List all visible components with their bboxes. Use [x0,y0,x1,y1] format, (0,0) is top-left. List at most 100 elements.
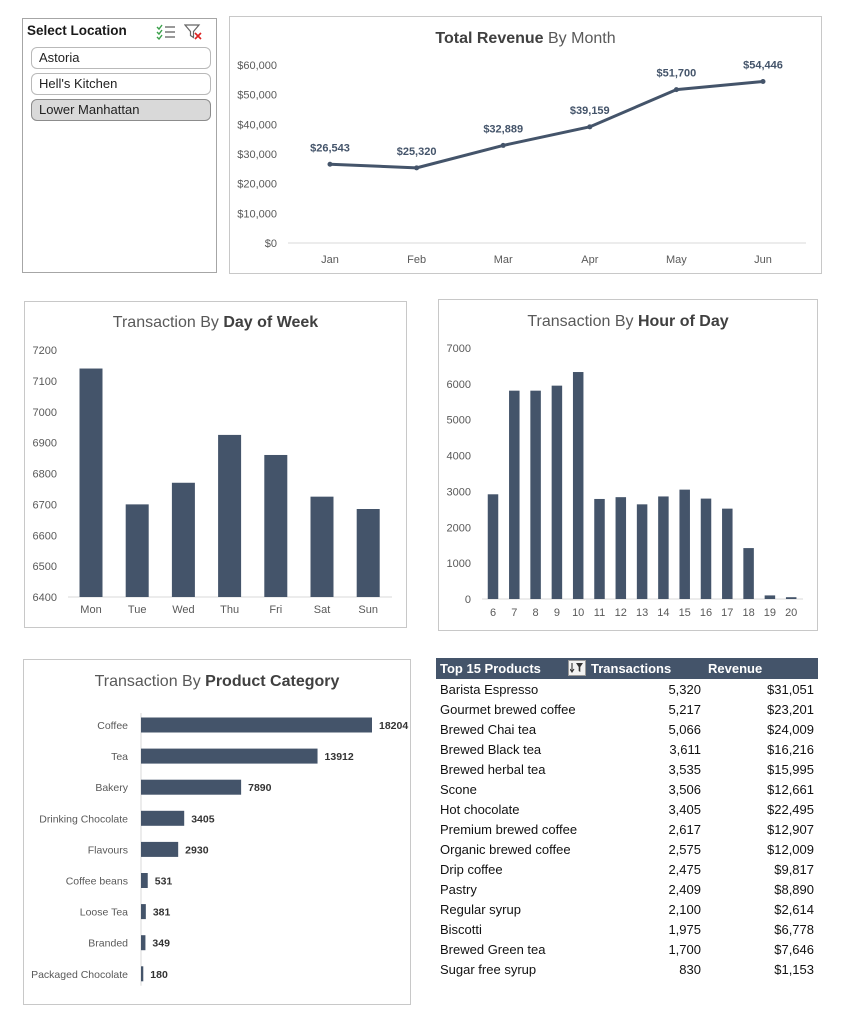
x-tick-label: 12 [615,607,627,619]
y-tick-label: 5000 [447,415,471,427]
bar-data-label: 531 [155,876,173,888]
slicer-item[interactable]: Hell's Kitchen [31,73,211,95]
bar [356,509,380,597]
bar-data-label: 381 [153,907,171,919]
transaction-count: 1,975 [668,922,701,937]
bar [743,548,754,599]
revenue-value: $7,646 [774,942,814,957]
table-row: Brewed Black tea 3,611 $16,216 [436,740,818,760]
product-name: Brewed Chai tea [440,722,537,737]
x-tick-label: 20 [785,607,797,619]
header-products: Top 15 Products [440,661,541,676]
revenue-point [587,124,593,130]
revenue-by-month-chart: Total Revenue By Month $0 $10,000 $20,000 $… [229,16,822,274]
x-tick-label: Feb [407,254,426,266]
x-tick-label: 7 [511,607,517,619]
bar [141,966,144,982]
clear-filter-button[interactable] [183,22,205,42]
y-tick-label: 6000 [447,379,471,391]
table-row: Barista Espresso 5,320 $31,051 [436,680,818,700]
y-tick-label: 4000 [447,451,471,463]
x-tick-label: 8 [533,607,539,619]
category-label: Coffee beans [66,876,128,888]
transaction-count: 5,217 [668,702,701,717]
header-transactions: Transactions [591,661,672,676]
y-tick-label: $60,000 [237,60,277,72]
filter-sort-icon [570,663,583,673]
x-tick-label: Wed [172,604,194,616]
product-name: Brewed Green tea [440,942,546,957]
table-row: Brewed Chai tea 5,066 $24,009 [436,720,818,740]
table-filter-button[interactable] [568,660,586,676]
product-name: Hot chocolate [440,802,520,817]
bar-data-label: 2930 [185,844,209,856]
bar [722,508,733,599]
x-tick-label: Fri [269,604,282,616]
table-row: Organic brewed coffee 2,575 $12,009 [436,840,818,860]
bar [487,494,499,599]
table-row: Hot chocolate 3,405 $22,495 [436,800,818,820]
y-tick-label: 6700 [33,499,57,511]
product-name: Drip coffee [440,862,503,877]
category-label: Branded [88,938,128,950]
transaction-count: 2,475 [668,862,701,877]
x-tick-label: Mar [494,254,513,266]
y-tick-label: 3000 [447,486,471,498]
category-label: Drinking Chocolate [39,813,128,825]
y-tick-label: 6600 [33,530,57,542]
revenue-point [414,165,420,171]
slicer-item[interactable]: Astoria [31,47,211,69]
revenue-value: $31,051 [767,682,814,697]
bar [679,489,690,599]
x-tick-label: Jan [321,254,339,266]
x-tick-label: Apr [581,254,598,266]
revenue-value: $12,009 [767,842,814,857]
category-label: Loose Tea [80,907,128,919]
revenue-value: $24,009 [767,722,814,737]
transaction-count: 1,700 [668,942,701,957]
revenue-value: $23,201 [767,702,814,717]
x-tick-label: 16 [700,607,712,619]
slicer-item[interactable]: Lower Manhattan [31,99,211,121]
revenue-point [500,142,506,148]
bar [141,904,146,920]
revenue-value: $12,907 [767,822,814,837]
revenue-value: $2,614 [774,902,814,917]
y-tick-label: 2000 [447,522,471,534]
table-row: Premium brewed coffee 2,617 $12,907 [436,820,818,840]
bar [658,496,669,599]
transaction-count: 2,575 [668,842,701,857]
bar [141,717,372,733]
bar-data-label: 349 [152,938,170,950]
revenue-point [327,161,333,167]
category-label: Tea [111,751,128,763]
revenue-data-label: $51,700 [657,68,697,80]
product-name: Biscotti [440,922,482,937]
bar [264,454,288,597]
y-tick-label: $20,000 [237,179,277,191]
product-name: Regular syrup [440,902,521,917]
x-tick-label: 9 [554,607,560,619]
x-tick-label: 10 [572,607,584,619]
bar [636,504,648,599]
transaction-count: 2,100 [668,902,701,917]
y-tick-label: 1000 [447,558,471,570]
table-row: Brewed herbal tea 3,535 $15,995 [436,760,818,780]
revenue-data-label: $54,446 [743,59,783,71]
x-tick-label: Sat [314,604,331,616]
revenue-point [760,78,766,84]
revenue-value: $1,153 [774,962,814,977]
transactions-by-category-chart: Transaction By Product Category 18204 Cof… [23,659,411,1005]
x-tick-label: 17 [721,607,733,619]
multi-select-button[interactable] [155,22,177,42]
product-name: Sugar free syrup [440,962,537,977]
table-header: Top 15 Products Transactions Revenue [436,658,818,679]
bar-data-label: 18204 [379,720,408,732]
transactions-by-day-chart: Transaction By Day of Week 6400 6500 6600 6… [24,301,407,628]
header-revenue: Revenue [708,661,763,676]
y-tick-label: 6500 [33,561,57,573]
table-row: Biscotti 1,975 $6,778 [436,920,818,940]
bar [171,482,195,597]
y-tick-label: 6400 [33,592,57,604]
table-row: Scone 3,506 $12,661 [436,780,818,800]
